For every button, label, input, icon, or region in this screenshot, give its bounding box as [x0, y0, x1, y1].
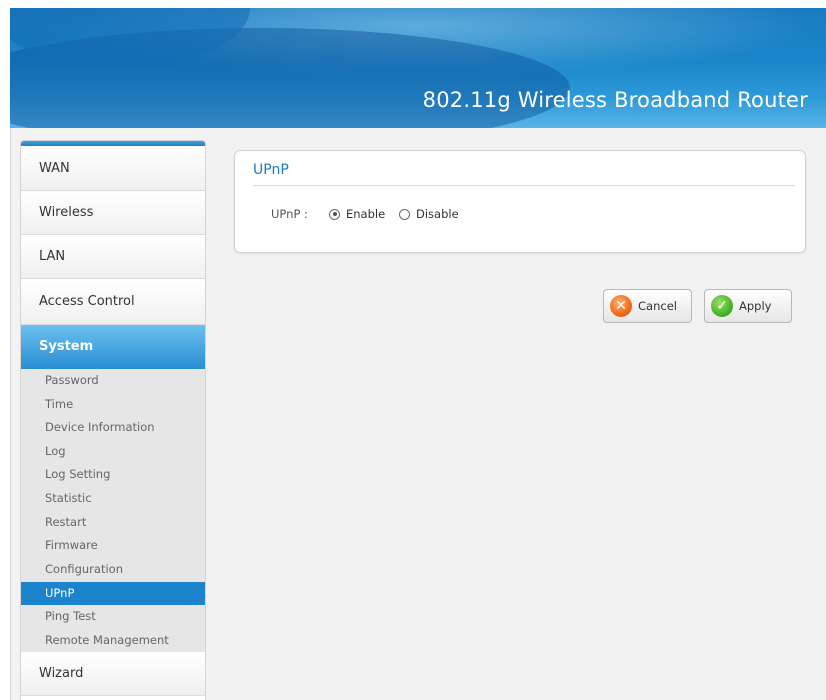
submenu-item-firmware[interactable]: Firmware	[21, 534, 205, 557]
submenu-item-upnp[interactable]: UPnP	[21, 582, 205, 605]
nav-item-label: WAN	[39, 161, 70, 176]
nav-item-label: Access Control	[39, 294, 135, 309]
apply-button[interactable]: ✓ Apply	[704, 289, 792, 323]
system-submenu: Password Time Device Information Log Log…	[21, 369, 205, 652]
nav-item-label: Wizard	[39, 666, 84, 681]
upnp-enable-radio[interactable]: Enable	[329, 207, 385, 221]
nav-item-wan[interactable]: WAN	[21, 147, 205, 191]
cancel-button[interactable]: ✕ Cancel	[603, 289, 692, 323]
submenu-item-restart[interactable]: Restart	[21, 511, 205, 534]
panel-divider	[253, 185, 795, 186]
upnp-panel: UPnP UPnP : Enable Disable	[234, 150, 806, 253]
submenu-item-configuration[interactable]: Configuration	[21, 558, 205, 581]
cancel-x-icon: ✕	[610, 295, 632, 317]
apply-check-icon: ✓	[711, 295, 733, 317]
sidebar-nav: WAN Wireless LAN Access Control System P…	[20, 140, 206, 700]
router-title: 802.11g Wireless Broadband Router	[422, 88, 808, 112]
nav-item-wizard[interactable]: Wizard	[21, 652, 205, 696]
nav-item-lan[interactable]: LAN	[21, 235, 205, 279]
upnp-disable-radio[interactable]: Disable	[399, 207, 459, 221]
upnp-field-label: UPnP :	[271, 207, 308, 221]
nav-item-label: System	[39, 339, 94, 354]
nav-top-accent	[21, 141, 205, 146]
submenu-item-device-information[interactable]: Device Information	[21, 416, 205, 439]
submenu-item-statistic[interactable]: Statistic	[21, 487, 205, 510]
header-banner: 802.11g Wireless Broadband Router	[10, 8, 826, 128]
radio-unchecked-icon[interactable]	[399, 208, 410, 220]
nav-item-access-control[interactable]: Access Control	[21, 279, 205, 325]
submenu-item-log-setting[interactable]: Log Setting	[21, 463, 205, 486]
radio-checked-icon[interactable]	[329, 208, 340, 220]
submenu-item-log[interactable]: Log	[21, 440, 205, 463]
panel-title: UPnP	[253, 162, 289, 178]
submenu-item-ping-test[interactable]: Ping Test	[21, 605, 205, 628]
nav-item-label: Wireless	[39, 205, 94, 220]
apply-button-label: Apply	[739, 299, 772, 313]
nav-item-wireless[interactable]: Wireless	[21, 191, 205, 235]
nav-item-system[interactable]: System	[21, 325, 205, 369]
radio-label: Disable	[416, 207, 459, 221]
nav-item-label: LAN	[39, 249, 66, 264]
radio-label: Enable	[346, 207, 386, 221]
submenu-item-password[interactable]: Password	[21, 369, 205, 392]
cancel-button-label: Cancel	[638, 299, 677, 313]
submenu-item-time[interactable]: Time	[21, 393, 205, 416]
submenu-item-remote-management[interactable]: Remote Management	[21, 629, 205, 652]
